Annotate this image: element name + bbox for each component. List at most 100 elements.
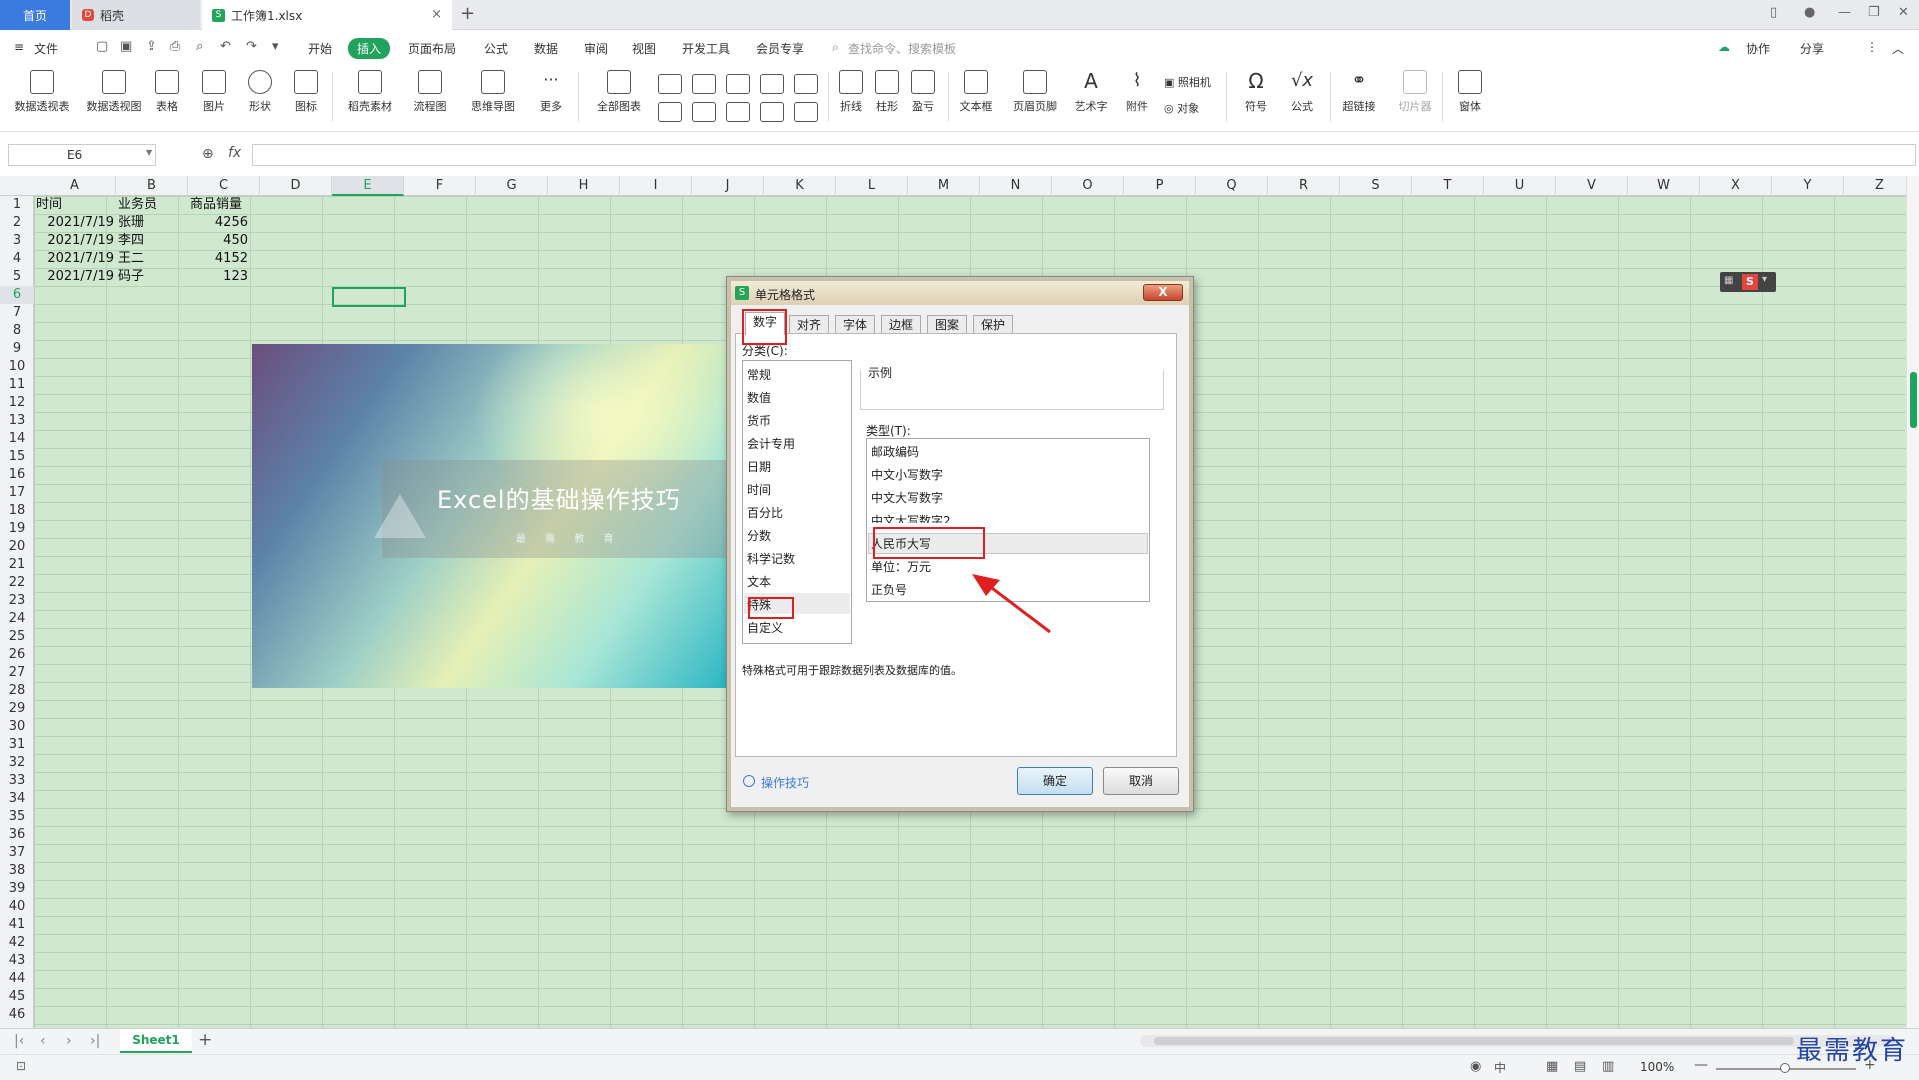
macro-record-icon[interactable]: ⊡ <box>16 1059 26 1073</box>
hyperlink-button[interactable]: ⚭ 超链接 <box>1338 70 1380 114</box>
category-item-custom[interactable]: 自定义 <box>747 618 847 638</box>
pie-chart-icon[interactable] <box>760 74 784 94</box>
collapse-ribbon-icon[interactable]: ︿ <box>1892 40 1904 57</box>
cell-a2[interactable]: 2021/7/19 <box>34 214 114 232</box>
customize-icon[interactable]: ▾ <box>272 39 279 54</box>
sheet-tab-sheet1[interactable]: Sheet1 <box>120 1029 192 1053</box>
stock-chart-icon[interactable] <box>794 74 818 94</box>
menu-insert[interactable]: 插入 <box>348 38 391 59</box>
vertical-scroll-thumb[interactable] <box>1910 372 1917 428</box>
menu-view[interactable]: 视图 <box>632 40 656 57</box>
chevron-down-icon[interactable]: ▾ <box>1762 274 1767 285</box>
row-header-39[interactable]: 39 <box>0 880 34 898</box>
row-header-12[interactable]: 12 <box>0 394 34 412</box>
row-header-18[interactable]: 18 <box>0 502 34 520</box>
cell-c5[interactable]: 123 <box>178 268 248 286</box>
cell-a5[interactable]: 2021/7/19 <box>34 268 114 286</box>
zoom-formula-icon[interactable]: ⊕ <box>202 146 214 162</box>
menu-data[interactable]: 数据 <box>534 40 558 57</box>
column-header-u[interactable]: U <box>1484 176 1556 196</box>
cancel-button[interactable]: 取消 <box>1103 767 1179 795</box>
row-header-33[interactable]: 33 <box>0 772 34 790</box>
page-break-view-icon[interactable]: ▥ <box>1602 1059 1614 1074</box>
formula-input[interactable] <box>252 144 1916 166</box>
search-icon[interactable]: ⌕ <box>832 40 839 55</box>
column-header-s[interactable]: S <box>1340 176 1412 196</box>
sparkline-winloss-button[interactable]: 盈亏 <box>908 70 938 114</box>
wps-logo-icon[interactable]: S <box>1742 274 1758 290</box>
category-item-number[interactable]: 数值 <box>747 388 847 408</box>
collab-button[interactable]: 协作 <box>1746 40 1770 57</box>
radar-chart-icon[interactable] <box>658 102 682 122</box>
zoom-slider-handle[interactable] <box>1780 1063 1790 1073</box>
eye-protect-icon[interactable]: ◉ <box>1470 1059 1481 1074</box>
attachment-button[interactable]: ⌇ 附件 <box>1122 70 1152 114</box>
row-header-13[interactable]: 13 <box>0 412 34 430</box>
column-header-y[interactable]: Y <box>1772 176 1844 196</box>
cell-a1[interactable]: 时间 <box>36 196 62 214</box>
column-header-a[interactable]: A <box>34 176 116 196</box>
page-view-icon[interactable]: ▤ <box>1574 1059 1586 1074</box>
column-header-v[interactable]: V <box>1556 176 1628 196</box>
category-item-time[interactable]: 时间 <box>747 480 847 500</box>
row-header-5[interactable]: 5 <box>0 268 34 286</box>
row-header-41[interactable]: 41 <box>0 916 34 934</box>
row-header-20[interactable]: 20 <box>0 538 34 556</box>
bar-chart-small-icon[interactable] <box>692 74 716 94</box>
menu-formulas[interactable]: 公式 <box>484 40 508 57</box>
row-header-38[interactable]: 38 <box>0 862 34 880</box>
row-header-6[interactable]: 6 <box>0 286 34 304</box>
row-header-7[interactable]: 7 <box>0 304 34 322</box>
chevron-down-icon[interactable]: ▼ <box>146 148 152 157</box>
selected-cell-e6[interactable] <box>332 287 406 307</box>
vertical-scrollbar[interactable] <box>1906 176 1919 1028</box>
category-item-accounting[interactable]: 会计专用 <box>747 434 847 454</box>
share-button[interactable]: 分享 <box>1800 40 1824 57</box>
cloud-sync-icon[interactable]: ☁ <box>1718 40 1730 54</box>
avatar[interactable]: ● <box>1804 5 1815 20</box>
row-header-9[interactable]: 9 <box>0 340 34 358</box>
category-item-general[interactable]: 常规 <box>747 365 847 385</box>
category-item-currency[interactable]: 货币 <box>747 411 847 431</box>
last-sheet-icon[interactable]: ›| <box>90 1033 100 1049</box>
cell-c1[interactable]: 商品销量 <box>190 196 242 214</box>
row-header-35[interactable]: 35 <box>0 808 34 826</box>
sparkline-column-button[interactable]: 柱形 <box>872 70 902 114</box>
row-header-27[interactable]: 27 <box>0 664 34 682</box>
row-header-2[interactable]: 2 <box>0 214 34 232</box>
row-header-46[interactable]: 46 <box>0 1006 34 1024</box>
combo-chart-icon[interactable] <box>692 102 716 122</box>
insert-function-button[interactable]: fx <box>228 145 241 161</box>
horizontal-scrollbar[interactable] <box>1140 1035 1896 1047</box>
row-header-32[interactable]: 32 <box>0 754 34 772</box>
column-header-c[interactable]: C <box>188 176 260 196</box>
zoom-out-icon[interactable]: — <box>1694 1057 1708 1073</box>
row-header-40[interactable]: 40 <box>0 898 34 916</box>
cell-b1[interactable]: 业务员 <box>118 196 157 214</box>
type-item-cn-upper[interactable]: 中文大写数字 <box>871 488 1141 508</box>
normal-view-icon[interactable]: ▦ <box>1546 1059 1558 1074</box>
column-header-t[interactable]: T <box>1412 176 1484 196</box>
row-header-29[interactable]: 29 <box>0 700 34 718</box>
cell-a3[interactable]: 2021/7/19 <box>34 232 114 250</box>
row-header-36[interactable]: 36 <box>0 826 34 844</box>
row-header-23[interactable]: 23 <box>0 592 34 610</box>
row-header-31[interactable]: 31 <box>0 736 34 754</box>
all-charts-button[interactable]: 全部图表 <box>590 70 648 114</box>
cell-c2[interactable]: 4256 <box>178 214 248 232</box>
row-header-1[interactable]: 1 <box>0 196 34 214</box>
scatter-chart-icon[interactable] <box>760 102 784 122</box>
tab-border[interactable]: 边框 <box>881 315 921 335</box>
more-button[interactable]: ··· 更多 <box>532 70 570 114</box>
column-header-w[interactable]: W <box>1628 176 1700 196</box>
cell-b4[interactable]: 王二 <box>118 250 144 268</box>
tab-docer[interactable]: D 稻壳 <box>72 0 200 30</box>
tab-font[interactable]: 字体 <box>835 315 875 335</box>
menu-review[interactable]: 审阅 <box>584 40 608 57</box>
sparkline-line-button[interactable]: 折线 <box>836 70 866 114</box>
object-button[interactable]: ◎ 对象 <box>1164 100 1199 116</box>
docer-material-button[interactable]: 稻壳素材 <box>344 70 396 114</box>
cell-b2[interactable]: 张珊 <box>118 214 144 232</box>
column-header-l[interactable]: L <box>836 176 908 196</box>
column-header-h[interactable]: H <box>548 176 620 196</box>
